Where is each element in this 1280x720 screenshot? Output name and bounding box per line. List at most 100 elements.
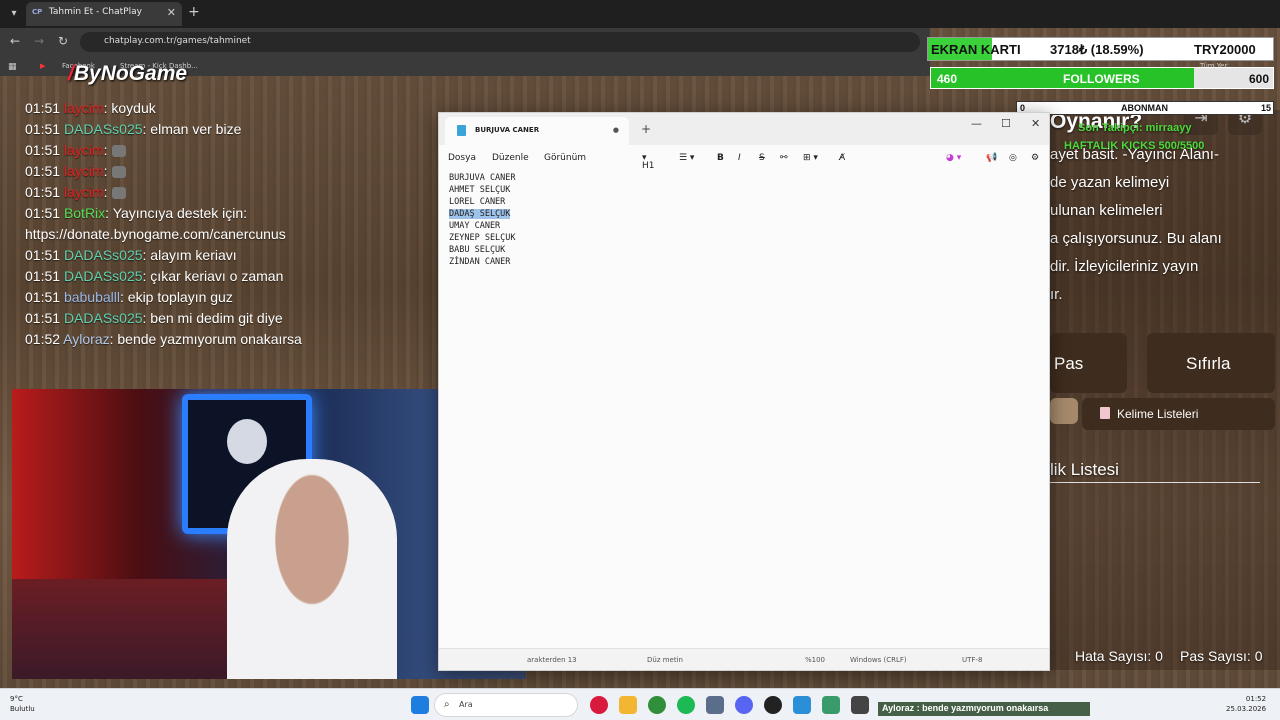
- status-format: Düz metin: [647, 656, 683, 664]
- notepad-statusbar: arakterden 13 Düz metin %100 Windows (CR…: [439, 648, 1049, 670]
- back-icon[interactable]: ←: [10, 34, 20, 48]
- notepad-taskbar-icon[interactable]: [793, 696, 811, 714]
- start-icon[interactable]: [411, 696, 429, 714]
- description-line: dir. İzleyicileriniz yayın: [1050, 258, 1199, 275]
- reset-button[interactable]: Sıfırla: [1147, 333, 1275, 393]
- chat-message: 01:51 DADASs025: elman ver bize: [25, 119, 435, 140]
- divider: [1050, 482, 1260, 483]
- goal-label: EKRAN KARTI: [931, 42, 1021, 57]
- chat-message: 01:51 BotRix: Yayıncıya destek için:: [25, 203, 435, 224]
- apps-grid-icon[interactable]: ▦: [8, 62, 17, 72]
- chat-text: : elman ver bize: [142, 121, 242, 137]
- table-icon[interactable]: ⊞ ▾: [803, 153, 818, 163]
- followers-target: 600: [1249, 72, 1270, 86]
- menu-view[interactable]: Görünüm: [544, 153, 586, 163]
- taskbar-search[interactable]: ⌕ Ara: [434, 693, 578, 717]
- chat-message: 01:51 laycim:: [25, 140, 435, 161]
- app-dark-icon[interactable]: [851, 696, 869, 714]
- chat-username[interactable]: DADASs025: [64, 310, 143, 326]
- discord-icon[interactable]: [735, 696, 753, 714]
- heading-select[interactable]: H1 ▾: [642, 153, 655, 171]
- settings-app-icon[interactable]: [706, 696, 724, 714]
- clear-format-icon[interactable]: A̸: [839, 153, 845, 163]
- file-explorer-icon[interactable]: [619, 696, 637, 714]
- list-heading: lik Listesi: [1050, 460, 1119, 479]
- close-tab-icon[interactable]: ✕: [167, 6, 176, 19]
- chat-username[interactable]: laycim: [64, 142, 104, 158]
- chat-username[interactable]: babuballl: [64, 289, 120, 305]
- app-green-icon[interactable]: [822, 696, 840, 714]
- notepad-line-text: AHMET SELÇUK: [449, 185, 511, 195]
- notepad-line: ZİNDAN CANER: [449, 256, 516, 268]
- notepad-line-text: UMAY CANER: [449, 221, 501, 231]
- app-red-icon[interactable]: [590, 696, 608, 714]
- sub-label: ABONMAN: [1121, 103, 1168, 113]
- maximize-icon[interactable]: ☐: [1001, 117, 1011, 130]
- notepad-line-text: ZEYNEP SELÇUK: [449, 233, 516, 243]
- chat-username[interactable]: laycim: [64, 100, 104, 116]
- chat-username[interactable]: DADASs025: [64, 268, 143, 284]
- notepad-tab[interactable]: BURJUVA CANER ●: [445, 117, 629, 145]
- chrome-icon[interactable]: [648, 696, 666, 714]
- chat-message: 01:51 laycim:: [25, 182, 435, 203]
- followers-goal-bar: 460 FOLLOWERS 600: [930, 67, 1274, 89]
- list-format-icon[interactable]: ☰ ▾: [679, 153, 694, 163]
- url-text: chatplay.com.tr/games/tahminet: [104, 36, 251, 46]
- chat-time: 01:51: [25, 184, 61, 200]
- notepad-text-area[interactable]: BURJUVA CANER AHMET SELÇUK LOREL CANER DADA…: [449, 172, 516, 268]
- close-icon[interactable]: ✕: [1031, 117, 1040, 130]
- url-input[interactable]: chatplay.com.tr/games/tahminet: [80, 32, 920, 52]
- minimize-icon[interactable]: —: [971, 117, 982, 130]
- status-chars: arakterden 13: [527, 656, 577, 664]
- bynogame-logo: /ByNoGame: [68, 62, 188, 85]
- menu-edit[interactable]: Düzenle: [492, 153, 529, 163]
- notepad-line-text: ZİNDAN CANER: [449, 257, 511, 267]
- account-icon[interactable]: ◎: [1009, 153, 1017, 163]
- tab-title: Tahmin Et - ChatPlay: [48, 7, 142, 17]
- browser-tab[interactable]: CP Tahmin Et - ChatPlay ✕: [26, 2, 182, 26]
- italic-icon[interactable]: I: [738, 153, 741, 163]
- weather-temp: 9°C: [10, 695, 23, 703]
- chat-username[interactable]: laycim: [64, 163, 104, 179]
- settings-icon[interactable]: ⚙: [1031, 153, 1039, 163]
- word-lists-button[interactable]: Kelime Listeleri: [1082, 398, 1275, 430]
- chat-username[interactable]: BotRix: [64, 205, 105, 221]
- link-icon[interactable]: ⚯: [780, 153, 788, 163]
- chat-text: :: [103, 142, 108, 158]
- search-icon: ⌕: [444, 699, 450, 710]
- clock-date: 25.03.2026: [1226, 705, 1267, 713]
- word-input[interactable]: [1050, 398, 1078, 424]
- browser-tab-bar: ▾ CP Tahmin Et - ChatPlay ✕ +: [0, 0, 1280, 28]
- chat-emote-icon: [111, 145, 126, 158]
- copilot-icon[interactable]: ◕ ▾: [946, 153, 961, 163]
- bold-icon[interactable]: B: [717, 153, 724, 163]
- chat-username[interactable]: laycim: [64, 184, 104, 200]
- strikethrough-icon[interactable]: S: [759, 153, 765, 163]
- weather-widget[interactable]: 9°C Bulutlu: [10, 694, 35, 714]
- tab-list-dropdown-icon[interactable]: ▾: [6, 6, 22, 22]
- chatplay-favicon-icon: CP: [32, 8, 43, 16]
- menu-file[interactable]: Dosya: [448, 153, 476, 163]
- chat-time: 01:51: [25, 163, 61, 179]
- reload-icon[interactable]: ↻: [58, 34, 68, 48]
- notepad-menubar: Dosya Düzenle Görünüm H1 ▾ ☰ ▾ B I S ⚯ ⊞…: [439, 145, 1049, 173]
- spotify-icon[interactable]: [677, 696, 695, 714]
- notepad-line-text: BURJUVA CANER: [449, 173, 516, 183]
- goal-amount: 3718₺ (18.59%): [1050, 42, 1144, 57]
- chat-username[interactable]: Ayloraz: [63, 331, 109, 347]
- status-line-ending: Windows (CRLF): [850, 656, 907, 664]
- chat-message: 01:51 laycim: koyduk: [25, 98, 435, 119]
- clock[interactable]: 01:52 25.03.2026: [1226, 694, 1266, 714]
- obs-icon[interactable]: [764, 696, 782, 714]
- chat-message: 01:51 babuballl: ekip toplayın guz: [25, 287, 435, 308]
- youtube-icon[interactable]: ▶: [40, 62, 45, 70]
- unsaved-dot-icon[interactable]: ●: [613, 126, 619, 134]
- new-tab-icon[interactable]: +: [641, 122, 651, 136]
- chat-username[interactable]: DADASs025: [64, 247, 143, 263]
- forward-icon[interactable]: →: [34, 34, 44, 48]
- notepad-line: UMAY CANER: [449, 220, 516, 232]
- pass-button[interactable]: Pas: [1050, 333, 1127, 393]
- announce-icon[interactable]: 📢: [986, 153, 997, 163]
- new-tab-icon[interactable]: +: [188, 4, 200, 20]
- chat-username[interactable]: DADASs025: [64, 121, 143, 137]
